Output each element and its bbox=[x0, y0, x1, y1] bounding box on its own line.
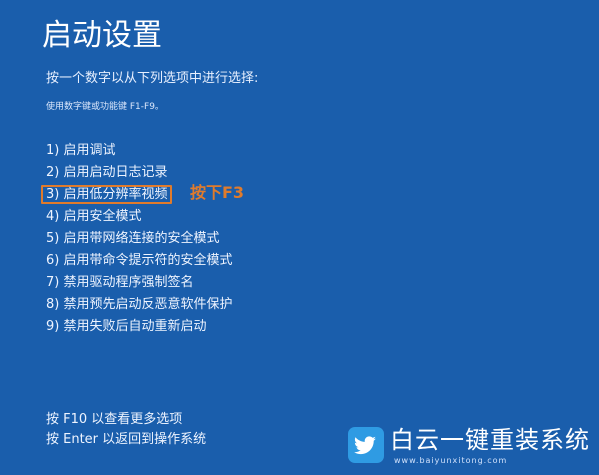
option-disable-early-launch-anti-malware[interactable]: 8) 禁用预先启动反恶意软件保护 bbox=[46, 294, 232, 316]
boot-settings-screen: 启动设置 按一个数字以从下列选项中进行选择: 使用数字键或功能键 F1-F9。 … bbox=[0, 0, 599, 475]
option-enable-boot-logging[interactable]: 2) 启用启动日志记录 bbox=[46, 162, 232, 184]
option-safe-mode-with-networking[interactable]: 5) 启用带网络连接的安全模式 bbox=[46, 228, 232, 250]
option-enable-debugging[interactable]: 1) 启用调试 bbox=[46, 140, 232, 162]
option-safe-mode-with-command-prompt[interactable]: 6) 启用带命令提示符的安全模式 bbox=[46, 250, 232, 272]
option-label: 1) 启用调试 bbox=[46, 143, 116, 158]
option-disable-driver-signature-enforcement[interactable]: 7) 禁用驱动程序强制签名 bbox=[46, 272, 232, 294]
highlight-box: 3) 启用低分辨率视频 bbox=[41, 185, 173, 204]
option-label: 5) 启用带网络连接的安全模式 bbox=[46, 231, 220, 246]
option-label: 8) 禁用预先启动反恶意软件保护 bbox=[46, 297, 233, 312]
option-label: 9) 禁用失败后自动重新启动 bbox=[46, 319, 207, 334]
option-label: 4) 启用安全模式 bbox=[46, 209, 142, 224]
return-to-os-text: 按 Enter 以返回到操作系统 bbox=[46, 432, 207, 447]
more-options-text: 按 F10 以查看更多选项 bbox=[46, 412, 183, 427]
option-label: 7) 禁用驱动程序强制签名 bbox=[46, 275, 194, 290]
watermark-name: 白云一键重装系统 bbox=[390, 426, 590, 454]
option-disable-automatic-restart[interactable]: 9) 禁用失败后自动重新启动 bbox=[46, 316, 232, 338]
watermark-url: www.baiyunxitong.com bbox=[394, 456, 508, 465]
press-f3-annotation: 按下F3 bbox=[190, 183, 245, 202]
watermark: 白云一键重装系统 www.baiyunxitong.com bbox=[348, 425, 593, 470]
bird-icon bbox=[348, 427, 384, 463]
instruction-text: 按一个数字以从下列选项中进行选择: bbox=[46, 71, 259, 86]
footer-instructions: 按 F10 以查看更多选项 按 Enter 以返回到操作系统 bbox=[46, 410, 206, 450]
page-title: 启动设置 bbox=[42, 18, 162, 53]
option-label: 2) 启用启动日志记录 bbox=[46, 165, 168, 180]
option-label: 3) 启用低分辨率视频 bbox=[46, 187, 168, 202]
option-enable-safe-mode[interactable]: 4) 启用安全模式 bbox=[46, 206, 232, 228]
option-label: 6) 启用带命令提示符的安全模式 bbox=[46, 253, 233, 268]
hint-text: 使用数字键或功能键 F1-F9。 bbox=[46, 102, 164, 112]
startup-options-list: 1) 启用调试 2) 启用启动日志记录 3) 启用低分辨率视频 4) 启用安全模… bbox=[41, 140, 232, 338]
